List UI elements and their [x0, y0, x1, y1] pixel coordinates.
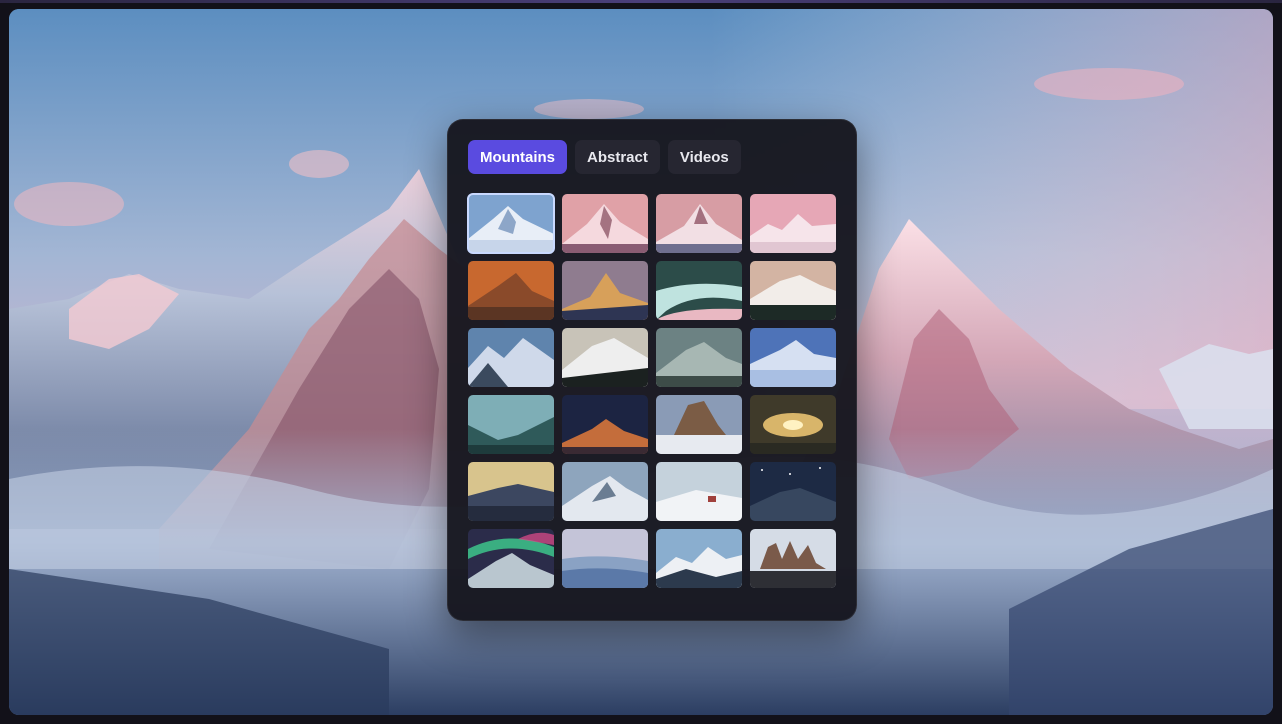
tab-abstract[interactable]: Abstract [575, 140, 660, 174]
window-frame: Mountains Abstract Videos [0, 0, 1282, 724]
thumb-mountain-snow-cloudy[interactable] [562, 462, 648, 521]
category-tabs: Mountains Abstract Videos [468, 140, 741, 174]
thumb-mountain-clouds-blue[interactable] [750, 328, 836, 387]
thumb-mountain-golden-peak[interactable] [562, 261, 648, 320]
desktop-wallpaper: Mountains Abstract Videos [9, 9, 1273, 715]
thumb-mountain-rock-tower[interactable] [656, 395, 742, 454]
tab-mountains[interactable]: Mountains [468, 140, 567, 174]
thumb-mountain-blue-range[interactable] [468, 328, 554, 387]
thumb-layered-blue-hills[interactable] [562, 529, 648, 588]
thumb-aurora-mountain[interactable] [468, 529, 554, 588]
thumb-mountain-snowy-slope[interactable] [562, 328, 648, 387]
thumb-mountain-dusk-ridge[interactable] [468, 462, 554, 521]
thumb-mountain-pink-peak[interactable] [562, 194, 648, 253]
tab-videos[interactable]: Videos [667, 140, 741, 174]
thumb-mountain-pink-peak-2[interactable] [656, 194, 742, 253]
thumb-mountain-blue-snow[interactable] [467, 193, 555, 254]
thumb-mountain-starry-night[interactable] [750, 462, 836, 521]
thumb-cabin-snow[interactable] [656, 462, 742, 521]
wallpaper-grid [467, 193, 836, 588]
thumb-mountain-orange-sunset[interactable] [468, 261, 554, 320]
thumb-valley-teal-mist[interactable] [468, 395, 554, 454]
thumb-river-valley[interactable] [656, 261, 742, 320]
thumb-mountain-pink-range[interactable] [750, 194, 836, 253]
thumb-mountain-night-sunset[interactable] [562, 395, 648, 454]
thumb-mountain-misty-green[interactable] [656, 328, 742, 387]
thumb-mountain-snowy-peaks[interactable] [656, 529, 742, 588]
wallpaper-picker-panel: Mountains Abstract Videos [447, 119, 857, 621]
thumb-rocky-towers-patagonia[interactable] [750, 529, 836, 588]
thumb-mountain-forest-ridge[interactable] [750, 261, 836, 320]
thumb-sunburst-clouds[interactable] [750, 395, 836, 454]
